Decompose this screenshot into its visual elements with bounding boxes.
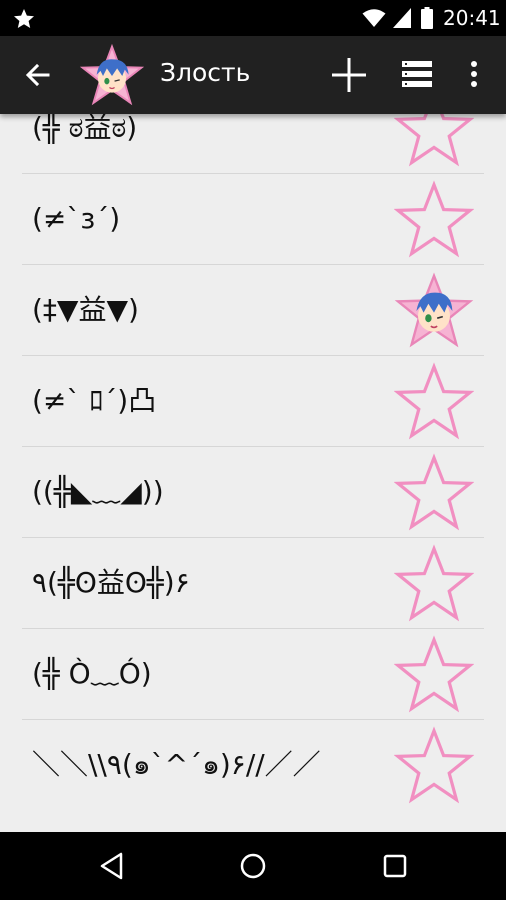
emoticon-text: (╬ Ò﹏Ó) bbox=[32, 657, 152, 690]
emoticon-text: (≠` ﾛ´)凸 bbox=[32, 384, 157, 417]
favorite-star-icon[interactable] bbox=[394, 726, 474, 806]
list-item[interactable]: (╬ ಠ益ಠ) bbox=[22, 114, 484, 174]
list-item[interactable]: ٩(╬ʘ益ʘ╬)۶ bbox=[22, 538, 484, 629]
back-arrow-icon[interactable] bbox=[22, 59, 54, 91]
favorite-star-icon[interactable] bbox=[394, 635, 474, 715]
star-notification-icon bbox=[14, 9, 34, 28]
emoticon-text: ＼＼\\٩(๑`^´๑)۶//／／ bbox=[32, 748, 321, 781]
emoticon-text: (‡▼益▼) bbox=[32, 293, 139, 326]
navigation-bar bbox=[0, 832, 506, 900]
list-view-icon[interactable] bbox=[401, 58, 433, 90]
action-bar: Злость bbox=[0, 36, 506, 114]
battery-icon bbox=[421, 7, 433, 29]
favorite-star-icon[interactable] bbox=[394, 453, 474, 533]
favorite-star-icon[interactable] bbox=[394, 544, 474, 624]
emoticon-text: ((╬◣﹏◢)) bbox=[32, 475, 164, 508]
nav-recents-icon[interactable] bbox=[380, 851, 410, 881]
nav-back-icon[interactable] bbox=[97, 851, 127, 881]
emoticon-list: (╬ ಠ益ಠ) (≠`з´) (‡▼益▼) (≠` ﾛ´)凸 ((╬◣﹏◢)) bbox=[0, 114, 506, 832]
list-item[interactable]: (‡▼益▼) bbox=[22, 265, 484, 356]
clock: 20:41 bbox=[443, 6, 501, 30]
add-icon[interactable] bbox=[330, 56, 368, 94]
list-item[interactable]: (╬ Ò﹏Ó) bbox=[22, 629, 484, 720]
emoticon-text: (≠`з´) bbox=[32, 202, 121, 235]
list-item[interactable]: ＼＼\\٩(๑`^´๑)۶//／／ bbox=[22, 720, 484, 810]
cell-signal-icon bbox=[393, 8, 411, 28]
page-title: Злость bbox=[160, 58, 251, 87]
favorite-star-icon[interactable] bbox=[394, 180, 474, 260]
emoticon-text: ٩(╬ʘ益ʘ╬)۶ bbox=[32, 566, 190, 599]
wifi-icon bbox=[362, 9, 386, 27]
more-options-icon[interactable] bbox=[466, 58, 482, 90]
status-bar: 20:41 bbox=[0, 0, 506, 36]
avatar bbox=[80, 44, 144, 106]
list-item[interactable]: (≠`з´) bbox=[22, 174, 484, 265]
favorite-star-icon[interactable] bbox=[394, 114, 474, 169]
list-item[interactable]: ((╬◣﹏◢)) bbox=[22, 447, 484, 538]
list-item[interactable]: (≠` ﾛ´)凸 bbox=[22, 356, 484, 447]
favorite-star-icon[interactable] bbox=[394, 362, 474, 442]
nav-home-icon[interactable] bbox=[238, 851, 268, 881]
emoticon-text: (╬ ಠ益ಠ) bbox=[32, 114, 138, 144]
favorite-star-active-icon[interactable] bbox=[394, 271, 474, 351]
